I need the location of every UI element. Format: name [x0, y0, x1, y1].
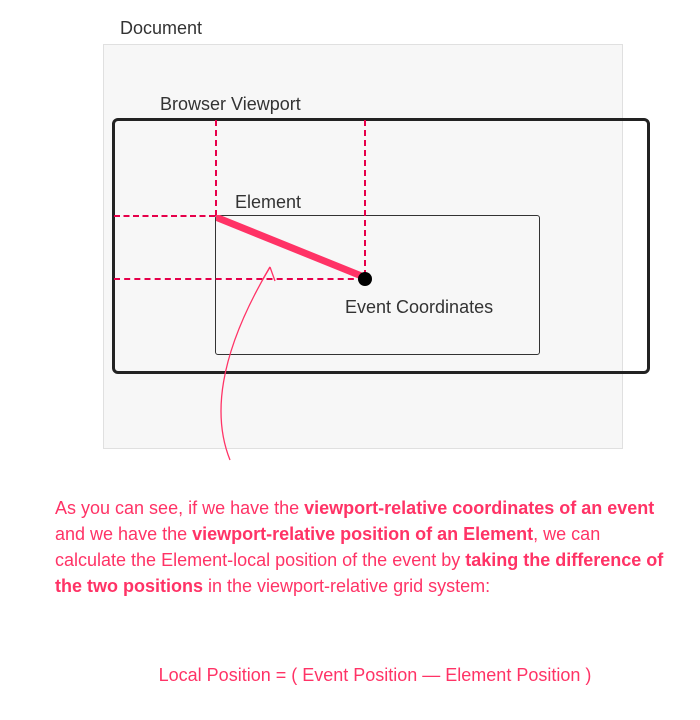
formula-text: Local Position = ( Event Position — Elem…: [95, 665, 655, 686]
explanation-bold-1: viewport-relative coordinates of an even…: [304, 498, 654, 518]
explanation-fragment: in the viewport-relative grid system:: [203, 576, 490, 596]
dashed-line-element-y: [114, 215, 215, 217]
explanation-text: As you can see, if we have the viewport-…: [55, 495, 665, 599]
event-coordinates-label: Event Coordinates: [345, 297, 493, 318]
dashed-line-element-x: [215, 120, 217, 216]
explanation-fragment: As you can see, if we have the: [55, 498, 304, 518]
explanation-bold-2: viewport-relative position of an Element: [192, 524, 533, 544]
document-label: Document: [120, 18, 202, 39]
viewport-label: Browser Viewport: [160, 94, 301, 115]
element-label: Element: [235, 192, 301, 213]
element-box: [215, 215, 540, 355]
dashed-line-event-x: [364, 120, 366, 276]
explanation-fragment: and we have the: [55, 524, 192, 544]
dashed-line-event-y: [114, 278, 364, 280]
event-dot-icon: [358, 272, 372, 286]
